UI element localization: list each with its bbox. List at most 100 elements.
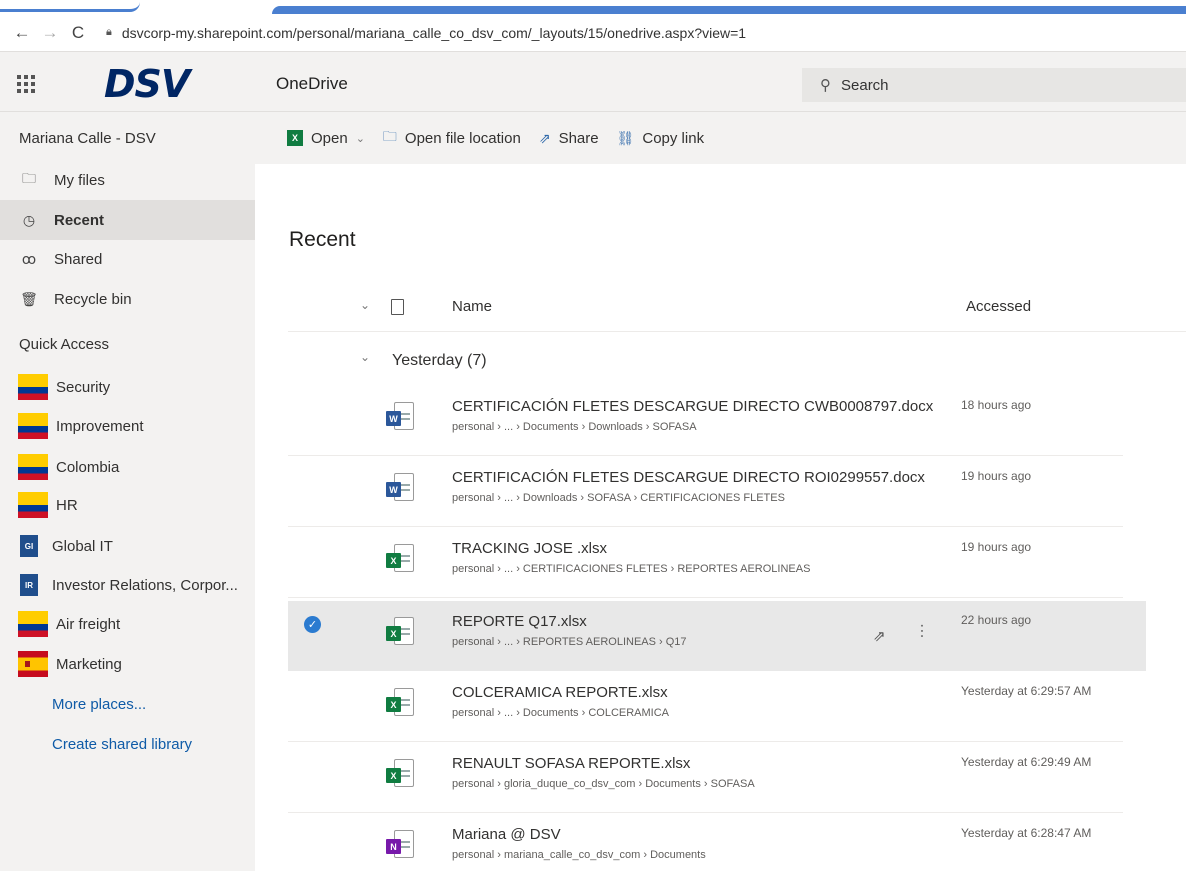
quick-access-label: Improvement	[56, 417, 144, 435]
command-bar: X Open ⌄ 🗀 Open file location ⇗ Share ⛓︎…	[255, 112, 1186, 164]
file-path: personal › gloria_duque_co_dsv_com › Doc…	[452, 778, 755, 790]
open-file-location-button[interactable]: 🗀 Open file location	[383, 126, 521, 150]
quick-access-global-it[interactable]: GI Global IT	[0, 526, 255, 566]
quick-access-improvement[interactable]: Improvement	[0, 406, 255, 446]
quick-access-security[interactable]: Security	[0, 367, 255, 407]
file-path: personal › ... › REPORTES AEROLINEAS › Q…	[452, 636, 687, 648]
url-field[interactable]: 🔒︎ dsvcorp-my.sharepoint.com/personal/ma…	[106, 25, 746, 41]
colombia-flag-icon	[18, 374, 48, 400]
accessed-time: 18 hours ago	[961, 398, 1032, 412]
file-name[interactable]: COLCERAMICA REPORTE.xlsx	[452, 684, 668, 701]
nav-label: Shared	[54, 250, 103, 268]
copy-link-label: Copy link	[642, 129, 705, 147]
browser-address-bar: ← → C 🔒︎ dsvcorp-my.sharepoint.com/perso…	[0, 14, 1186, 52]
file-row[interactable]: W CERTIFICACIÓN FLETES DESCARGUE DIRECTO…	[288, 457, 1123, 527]
file-row[interactable]: X TRACKING JOSE .xlsx personal › ... › C…	[288, 528, 1123, 598]
file-row[interactable]: W CERTIFICACIÓN FLETES DESCARGUE DIRECTO…	[288, 386, 1123, 456]
file-name[interactable]: CERTIFICACIÓN FLETES DESCARGUE DIRECTO R…	[452, 469, 925, 486]
url-text: dsvcorp-my.sharepoint.com/personal/maria…	[121, 24, 747, 41]
file-name[interactable]: REPORTE Q17.xlsx	[452, 613, 587, 630]
nav-item-recent[interactable]: ◷ Recent	[0, 200, 255, 240]
page-title: Recent	[289, 228, 356, 251]
file-row[interactable]: X RENAULT SOFASA REPORTE.xlsx personal ›…	[288, 743, 1123, 813]
reload-icon[interactable]: C	[64, 23, 92, 43]
dsv-logo[interactable]: DSV	[104, 62, 190, 106]
onenote-file-icon: N	[386, 830, 416, 860]
column-header-row: ⌄ Name Accessed	[288, 285, 1186, 332]
create-shared-library-link[interactable]: Create shared library	[52, 736, 192, 753]
nav-item-my-files[interactable]: 🗀 My files	[0, 160, 255, 200]
nav-label: Recent	[54, 211, 105, 229]
accessed-time: Yesterday at 6:29:49 AM	[961, 755, 1092, 769]
folder-icon: 🗀	[22, 170, 36, 186]
share-button[interactable]: ⇗ Share	[539, 130, 599, 147]
colombia-flag-icon	[18, 611, 48, 637]
site-tile-icon: IR	[20, 574, 38, 596]
checkmark-icon[interactable]: ✓	[304, 616, 321, 633]
copy-link-button[interactable]: ⛓︎ Copy link	[617, 130, 704, 147]
forward-arrow-icon[interactable]: →	[36, 23, 64, 43]
file-name[interactable]: CERTIFICACIÓN FLETES DESCARGUE DIRECTO C…	[452, 398, 933, 415]
accessed-time: 19 hours ago	[961, 469, 1032, 483]
quick-access-label: Security	[56, 378, 111, 396]
more-places-link[interactable]: More places...	[52, 696, 146, 713]
file-name[interactable]: RENAULT SOFASA REPORTE.xlsx	[452, 755, 690, 772]
excel-file-icon: X	[386, 544, 416, 574]
quick-access-hr[interactable]: HR	[0, 485, 255, 525]
app-name[interactable]: OneDrive	[276, 74, 348, 94]
file-row[interactable]: N Mariana @ DSV personal › mariana_calle…	[288, 814, 1123, 871]
chevron-down-icon[interactable]: ⌄	[360, 298, 370, 312]
colombia-flag-icon	[18, 413, 48, 439]
file-path: personal › mariana_calle_co_dsv_com › Do…	[452, 849, 706, 861]
suite-header: DSV OneDrive ⚲ Search	[0, 52, 1186, 112]
quick-access-heading: Quick Access	[19, 336, 110, 353]
clock-icon: ◷	[22, 211, 36, 228]
search-box[interactable]: ⚲ Search	[802, 68, 1186, 102]
quick-access-marketing[interactable]: Marketing	[0, 644, 255, 684]
link-icon: ⛓︎	[616, 129, 635, 146]
column-accessed[interactable]: Accessed	[966, 298, 1031, 315]
left-nav: Mariana Calle - DSV 🗀 My files ◷ Recent …	[0, 112, 255, 871]
more-options-icon[interactable]: ⋯	[913, 623, 930, 639]
browser-tab-bar	[272, 6, 1186, 14]
nav-item-shared[interactable]: ꝏ Shared	[0, 239, 255, 279]
quick-access-label: HR	[56, 496, 78, 514]
quick-access-label: Air freight	[56, 615, 121, 633]
group-label: Yesterday (7)	[392, 352, 487, 369]
accessed-time: Yesterday at 6:28:47 AM	[961, 826, 1092, 840]
chevron-down-icon[interactable]: ⌄	[360, 350, 370, 364]
accessed-time: Yesterday at 6:29:57 AM	[961, 684, 1092, 698]
file-row[interactable]: X COLCERAMICA REPORTE.xlsx personal › ..…	[288, 672, 1123, 742]
open-button[interactable]: X Open ⌄	[287, 130, 365, 147]
excel-file-icon: X	[386, 688, 416, 718]
share-label: Share	[558, 129, 599, 147]
share-icon[interactable]: ⇗	[873, 627, 886, 645]
back-arrow-icon[interactable]: ←	[8, 23, 36, 43]
search-placeholder: Search	[841, 76, 889, 94]
app-launcher-icon[interactable]	[10, 67, 40, 97]
file-path: personal › ... › Downloads › SOFASA › CE…	[452, 492, 785, 504]
quick-access-label: Investor Relations, Corpor...	[52, 576, 238, 594]
accessed-time: 19 hours ago	[961, 540, 1032, 554]
folder-icon: 🗀	[382, 128, 397, 144]
share-icon: ⇗	[538, 129, 551, 146]
nav-item-recycle-bin[interactable]: 🗑︎ Recycle bin	[0, 279, 255, 319]
site-tile-icon: GI	[20, 535, 38, 557]
open-label: Open	[311, 129, 348, 147]
quick-access-air-freight[interactable]: Air freight	[0, 604, 255, 644]
quick-access-label: Global IT	[52, 537, 113, 555]
file-row-selected[interactable]: ✓ X REPORTE Q17.xlsx personal › ... › RE…	[288, 601, 1146, 671]
group-header-yesterday[interactable]: ⌄ Yesterday (7)	[288, 340, 1186, 382]
column-name[interactable]: Name	[452, 298, 492, 315]
quick-access-investor-relations[interactable]: IR Investor Relations, Corpor...	[0, 565, 255, 605]
browser-tab-strip	[0, 0, 1186, 14]
people-icon: ꝏ	[21, 250, 37, 267]
browser-active-tab[interactable]	[0, 0, 140, 12]
user-name: Mariana Calle - DSV	[19, 130, 156, 147]
word-file-icon: W	[386, 473, 416, 503]
quick-access-colombia[interactable]: Colombia	[0, 447, 255, 487]
file-path: personal › ... › Documents › COLCERAMICA	[452, 707, 670, 719]
file-type-icon[interactable]	[391, 299, 404, 315]
file-name[interactable]: TRACKING JOSE .xlsx	[452, 540, 607, 557]
file-name[interactable]: Mariana @ DSV	[452, 826, 561, 843]
